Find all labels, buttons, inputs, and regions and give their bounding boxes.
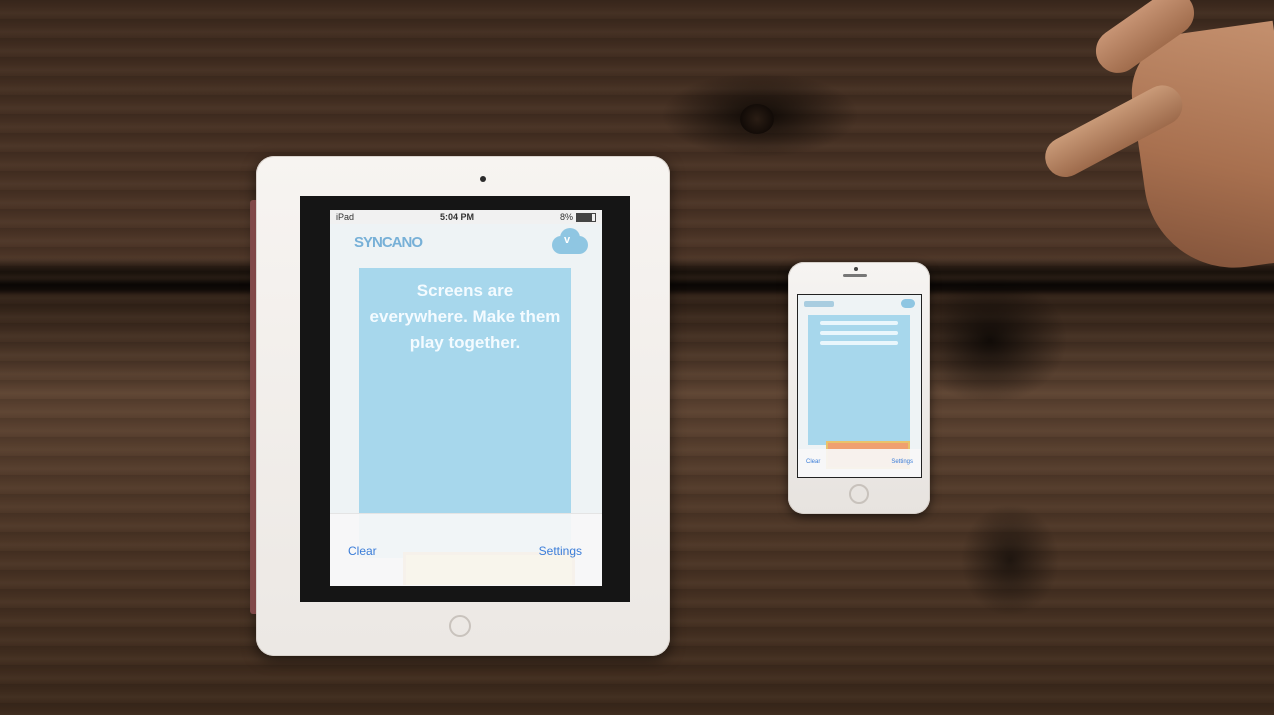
app-header: SYNCANO v [330,224,602,260]
settings-button[interactable]: Settings [539,544,582,558]
ipad-device: iPad 5:04 PM 8% SYNCANO v Screens are ev… [256,156,670,656]
iphone-home-button[interactable] [849,484,869,504]
clear-button[interactable]: Clear [348,544,377,558]
status-bar: iPad 5:04 PM 8% [330,210,602,224]
hero-title: Screens are everywhere. Make them play t… [369,281,561,352]
ipad-screen: iPad 5:04 PM 8% SYNCANO v Screens are ev… [330,210,602,586]
iphone-camera [854,267,858,271]
bottom-toolbar: Clear Settings [330,513,602,586]
cloud-chevron-icon-mini[interactable] [901,299,915,308]
wood-knot [740,104,774,134]
ipad-camera [480,176,486,182]
battery-status: 8% [560,212,596,223]
settings-button-mini[interactable]: Settings [891,459,913,465]
iphone-screen: Clear Settings [797,294,922,478]
battery-icon [575,213,596,223]
iphone-speaker [843,274,867,277]
device-label: iPad [336,212,355,222]
hero-panel-mini [808,315,910,469]
clear-button-mini[interactable]: Clear [806,459,820,465]
syncano-logo-mini [804,301,834,307]
bottom-toolbar-mini: Clear Settings [798,449,921,477]
status-time: 5:04 PM [439,212,474,222]
ipad-home-button[interactable] [449,615,471,637]
cloud-chevron-icon[interactable]: v [552,228,588,254]
syncano-logo: SYNCANO [354,234,423,251]
hand [1030,0,1274,280]
iphone-device: Clear Settings [788,262,930,514]
